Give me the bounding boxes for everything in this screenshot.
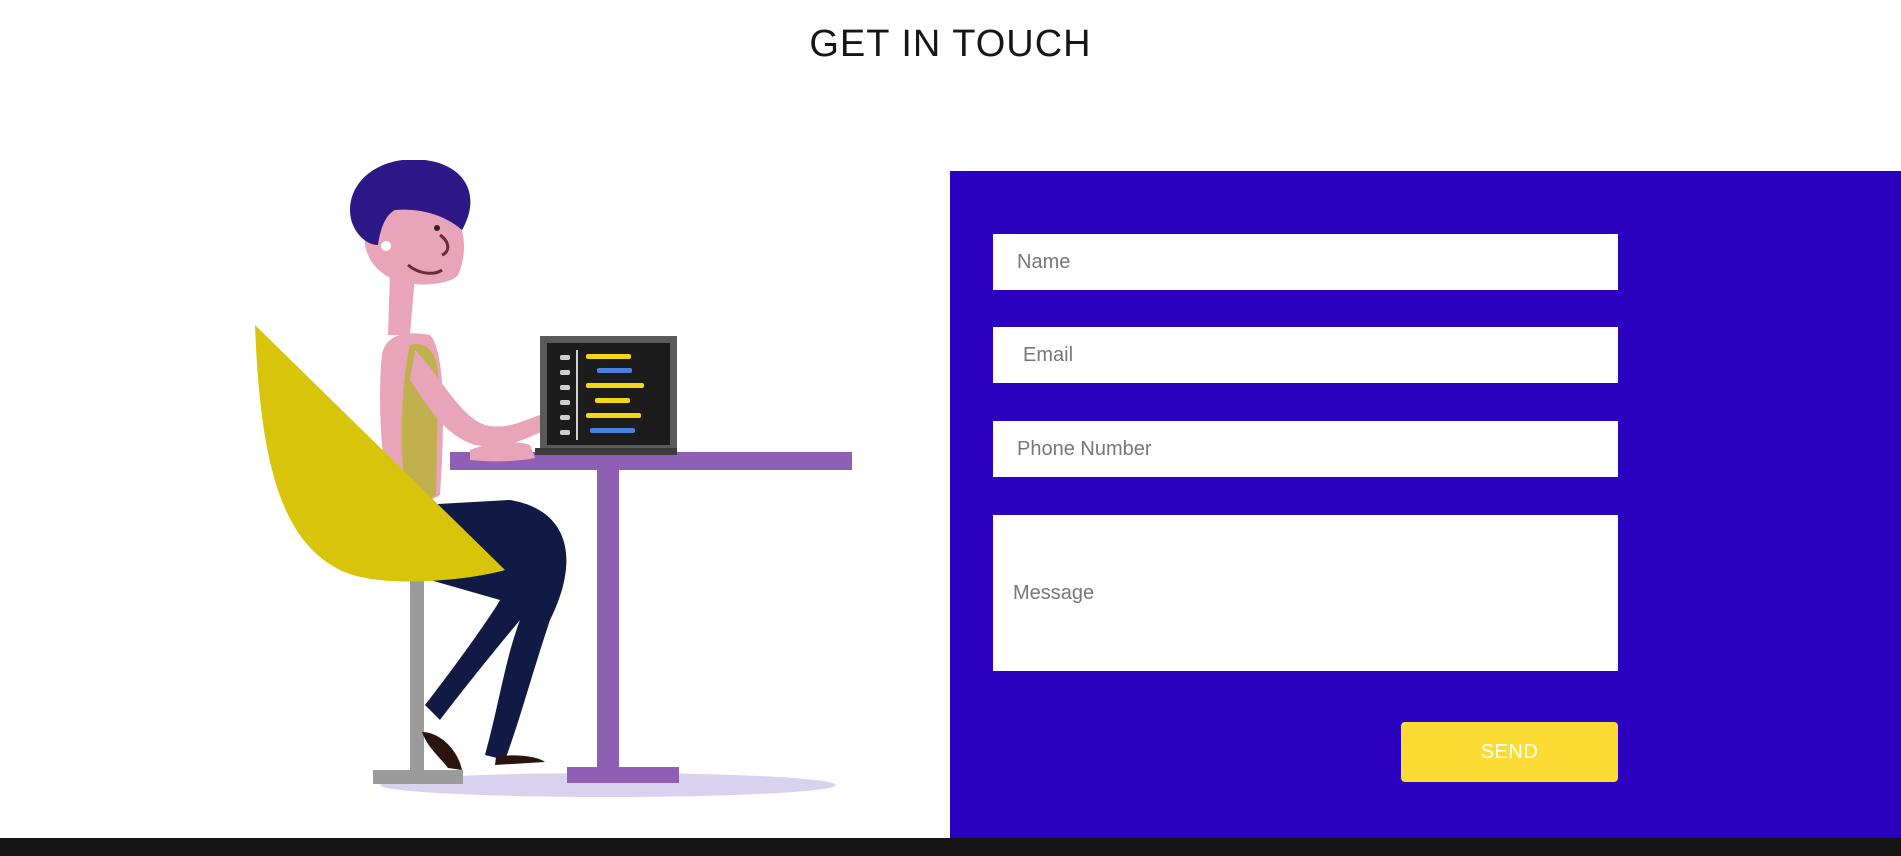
chair-base [373,770,463,784]
desk-leg [597,463,619,775]
footer-bar [0,838,1901,856]
right-shoe [495,755,545,765]
name-input[interactable] [993,234,1618,290]
chair-stem [410,580,424,780]
person-neck [388,275,415,335]
person-earring [381,241,391,251]
send-button[interactable]: SEND [1401,722,1618,782]
laptop-base [535,448,677,455]
person-eye [434,225,440,231]
contact-form-panel: SEND [950,171,1901,838]
message-textarea[interactable] [993,515,1618,671]
desk-foot [567,767,679,783]
left-shoe [422,732,462,770]
page-title: GET IN TOUCH [809,23,1092,65]
phone-input[interactable] [993,421,1618,477]
person-at-desk-illustration [255,160,852,797]
email-input[interactable] [993,327,1618,383]
